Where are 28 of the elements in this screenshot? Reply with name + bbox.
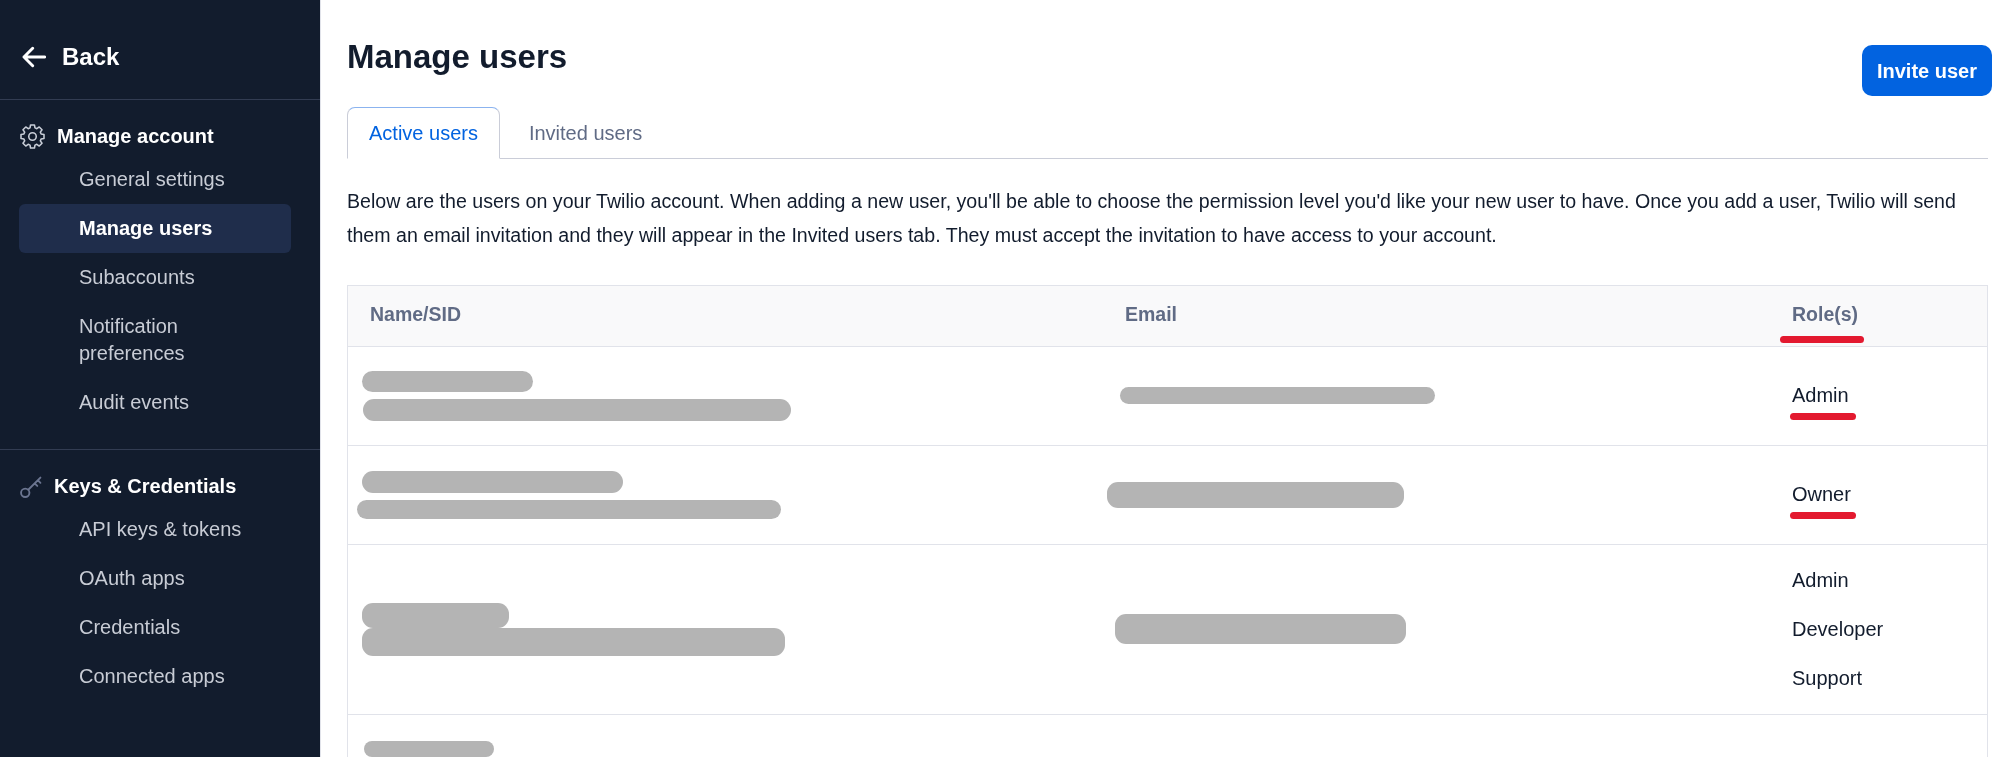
back-link[interactable]: Back bbox=[0, 0, 320, 100]
section-heading: Manage account bbox=[57, 124, 214, 149]
sidebar-link[interactable]: Subaccounts bbox=[19, 253, 291, 302]
gear-icon bbox=[20, 124, 45, 149]
column-header: Email bbox=[1125, 303, 1178, 326]
column-header: Role(s) bbox=[1792, 303, 1859, 326]
key-icon bbox=[20, 475, 42, 498]
sidebar-link[interactable]: Credentials bbox=[19, 603, 291, 652]
role-label: Developer bbox=[1792, 616, 1884, 642]
role-label: Admin bbox=[1792, 383, 1849, 408]
section-heading: Keys & Credentials bbox=[54, 474, 237, 499]
sidebar-link[interactable]: API keys & tokens bbox=[19, 505, 291, 554]
role-label: Support bbox=[1792, 665, 1863, 691]
tab[interactable]: Invited users bbox=[506, 107, 665, 159]
sidebar-link[interactable]: Manage users bbox=[19, 204, 291, 253]
column-header: Name/SID bbox=[370, 303, 462, 326]
page-title: Manage users bbox=[347, 37, 568, 77]
sidebar-link[interactable]: OAuth apps bbox=[19, 554, 291, 603]
tab[interactable]: Active users bbox=[347, 107, 500, 159]
sidebar-link[interactable]: Notification preferences bbox=[19, 302, 291, 378]
sidebar-link[interactable]: Audit events bbox=[19, 378, 291, 427]
role-label: Owner bbox=[1792, 482, 1851, 507]
role-label: Admin bbox=[1792, 567, 1849, 593]
description-text: Below are the users on your Twilio account. When adding a new user, you'll be able to choose the permission level you'd like your new user to have. Once you add a user, Twilio will send them an email invitation and they will appear in the Invited users tab. They must accept the invitation to have access to your account. bbox=[347, 189, 1957, 248]
left-arrow-icon bbox=[22, 45, 46, 69]
sidebar-link[interactable]: General settings bbox=[19, 155, 291, 204]
sidebar-link[interactable]: Connected apps bbox=[19, 652, 291, 701]
invite-user-button[interactable]: Invite user bbox=[1861, 45, 1992, 96]
